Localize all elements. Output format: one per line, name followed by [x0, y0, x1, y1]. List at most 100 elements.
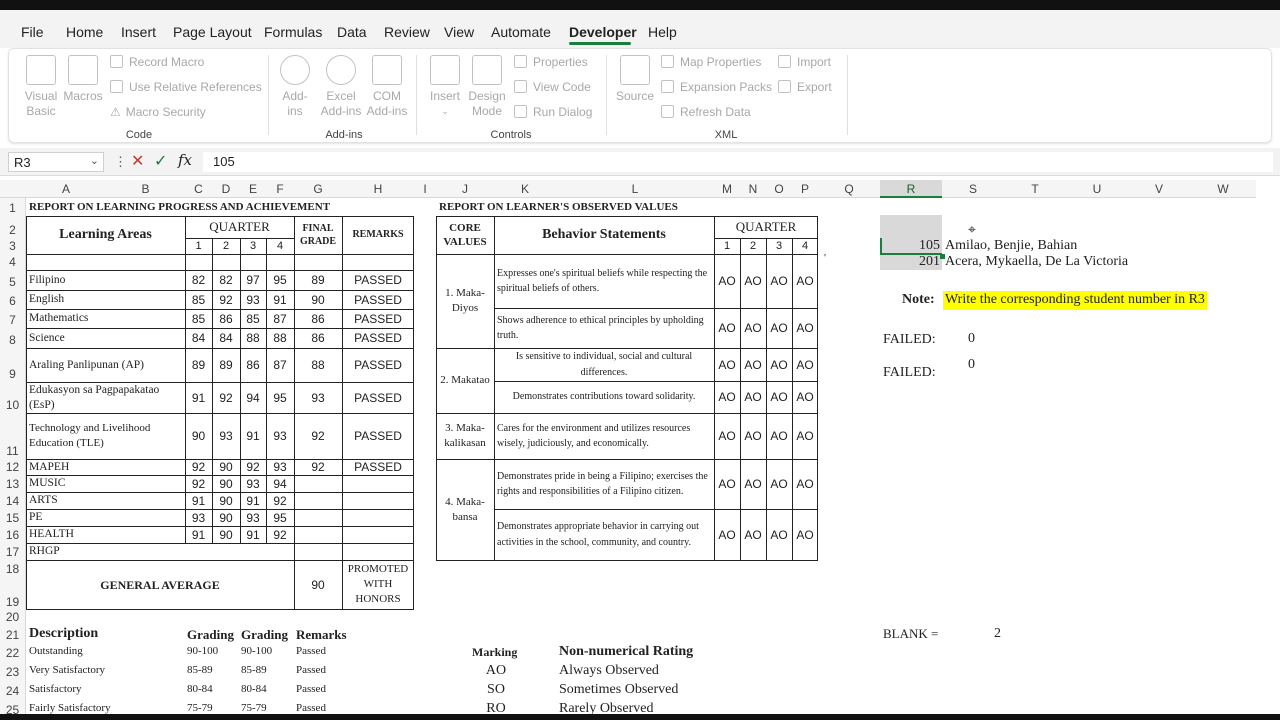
column-header[interactable]: J	[436, 180, 494, 198]
more-options-icon[interactable]: ⋮	[114, 154, 127, 170]
design-mode-button[interactable]: Design Mode	[467, 55, 507, 119]
menu-page-layout[interactable]: Page Layout	[173, 24, 252, 40]
record-macro-button[interactable]: Record Macro	[110, 55, 204, 69]
quarter-grade: 95	[273, 273, 287, 287]
addins-button[interactable]: Add- ins	[275, 55, 315, 119]
insert-function-icon[interactable]: fx	[178, 151, 192, 169]
row-header[interactable]: 5	[0, 270, 26, 290]
row-header[interactable]: 9	[0, 348, 26, 382]
column-header[interactable]: O	[766, 180, 792, 198]
column-header[interactable]: R	[880, 180, 942, 198]
chevron-down-icon: ⌄	[441, 106, 449, 116]
macro-security-button[interactable]: ⚠ Macro Security	[110, 105, 206, 119]
row-header[interactable]: 2	[0, 216, 26, 238]
column-header[interactable]: N	[740, 180, 766, 198]
properties-label: Properties	[533, 55, 588, 69]
column-header[interactable]: U	[1066, 180, 1128, 198]
macros-button[interactable]: Macros	[63, 55, 103, 104]
observed-value-mark: AO	[718, 477, 736, 491]
select-all-corner[interactable]	[0, 180, 26, 198]
column-header[interactable]: M	[714, 180, 740, 198]
column-header[interactable]: W	[1190, 180, 1256, 198]
expansion-packs-button[interactable]: Expansion Packs	[661, 80, 772, 94]
run-dialog-button[interactable]: Run Dialog	[514, 105, 592, 119]
row-header[interactable]: 19	[0, 577, 26, 610]
menu-automate[interactable]: Automate	[491, 24, 551, 40]
row-header[interactable]: 10	[0, 382, 26, 413]
name-box[interactable]: R3 ⌄	[8, 152, 104, 172]
row-header[interactable]: 14	[0, 492, 26, 509]
row-header[interactable]: 15	[0, 509, 26, 526]
enter-icon[interactable]: ✓	[154, 151, 167, 171]
column-header[interactable]: H	[342, 180, 414, 198]
student-number[interactable]: 105	[884, 238, 940, 254]
row-header[interactable]: 16	[0, 526, 26, 543]
column-header[interactable]: V	[1128, 180, 1190, 198]
column-header[interactable]: T	[1004, 180, 1066, 198]
column-header[interactable]: G	[294, 180, 342, 198]
row-header[interactable]: 1	[0, 198, 26, 216]
view-code-button[interactable]: View Code	[514, 80, 591, 94]
menu-formulas[interactable]: Formulas	[264, 24, 322, 40]
column-header[interactable]: L	[556, 180, 714, 198]
menu-insert[interactable]: Insert	[121, 24, 156, 40]
row-header[interactable]: 4	[0, 254, 26, 270]
column-header[interactable]: K	[494, 180, 556, 198]
row-header[interactable]: 8	[0, 328, 26, 348]
row-header[interactable]: 20	[0, 610, 26, 624]
properties-button[interactable]: Properties	[514, 55, 588, 69]
column-header[interactable]: A	[26, 180, 106, 198]
row-header[interactable]: 6	[0, 290, 26, 309]
column-header[interactable]: E	[240, 180, 266, 198]
menu-file[interactable]: File	[21, 24, 44, 40]
menu-developer[interactable]: Developer	[569, 24, 637, 40]
chevron-down-icon[interactable]: ⌄	[90, 154, 99, 167]
column-header[interactable]: S	[942, 180, 1004, 198]
core-value: 3. Maka-kalikasan	[444, 422, 486, 449]
import-button[interactable]: Import	[778, 55, 831, 69]
formula-input[interactable]: 105	[203, 152, 1273, 172]
insert-control-button[interactable]: Insert ⌄	[425, 55, 465, 119]
excel-addins-button[interactable]: Excel Add-ins	[316, 55, 366, 119]
export-button[interactable]: Export	[778, 80, 832, 94]
com-addins-button[interactable]: COM Add-ins	[365, 55, 409, 119]
row-header[interactable]: 17	[0, 543, 26, 560]
row-header[interactable]: 11	[0, 413, 26, 459]
relative-references-button[interactable]: Use Relative References	[110, 80, 262, 94]
menu-review[interactable]: Review	[384, 24, 430, 40]
map-properties-button[interactable]: Map Properties	[661, 55, 761, 69]
row-header[interactable]: 7	[0, 309, 26, 328]
column-header[interactable]: B	[106, 180, 185, 198]
table-border	[740, 238, 741, 560]
column-header[interactable]: F	[266, 180, 294, 198]
menu-data[interactable]: Data	[337, 24, 367, 40]
row-header[interactable]: 3	[0, 238, 26, 254]
column-header[interactable]: I	[414, 180, 436, 198]
row-header[interactable]: 22	[0, 643, 26, 661]
row-header[interactable]: 23	[0, 661, 26, 680]
visual-basic-button[interactable]: Visual Basic	[21, 55, 61, 119]
column-header[interactable]: D	[212, 180, 240, 198]
final-grade	[294, 492, 342, 509]
menu-view[interactable]: View	[444, 24, 474, 40]
row-header[interactable]: 21	[0, 624, 26, 643]
column-header[interactable]: C	[185, 180, 212, 198]
header-learning-areas: Learning Areas	[59, 227, 152, 242]
menu-help[interactable]: Help	[648, 24, 677, 40]
row-header[interactable]: 12	[0, 459, 26, 475]
header-remarks: REMARKS	[352, 229, 404, 240]
quarter-grade: 91	[246, 429, 260, 443]
subject-remarks	[342, 492, 414, 509]
row-header[interactable]: 18	[0, 560, 26, 577]
insert-control-label: Insert	[429, 89, 460, 103]
row-header[interactable]: 13	[0, 475, 26, 492]
final-grade: 93	[311, 390, 325, 405]
row-header[interactable]: 24	[0, 680, 26, 699]
menu-home[interactable]: Home	[66, 24, 103, 40]
cancel-icon[interactable]: ✕	[131, 151, 144, 171]
column-header[interactable]: P	[792, 180, 818, 198]
column-header[interactable]: Q	[818, 180, 880, 198]
legend-cell: 80-84	[187, 683, 213, 695]
source-button[interactable]: Source	[613, 55, 657, 104]
refresh-data-button[interactable]: Refresh Data	[661, 105, 751, 119]
